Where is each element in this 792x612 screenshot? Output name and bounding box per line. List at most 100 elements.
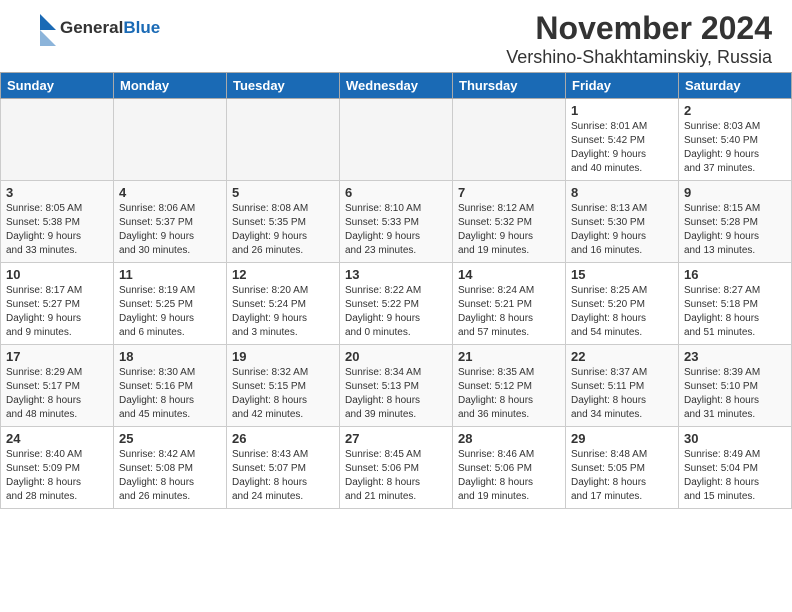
- calendar-day-cell: 4 Sunrise: 8:06 AM Sunset: 5:37 PM Daylig…: [114, 181, 227, 263]
- day-number: 27: [345, 431, 447, 446]
- calendar-table: SundayMondayTuesdayWednesdayThursdayFrid…: [0, 72, 792, 509]
- day-number: 11: [119, 267, 221, 282]
- day-info: Sunrise: 8:06 AM Sunset: 5:37 PM Dayligh…: [119, 202, 221, 258]
- day-info: Sunrise: 8:37 AM Sunset: 5:11 PM Dayligh…: [571, 366, 673, 422]
- month-title: November 2024: [506, 10, 772, 47]
- day-info: Sunrise: 8:20 AM Sunset: 5:24 PM Dayligh…: [232, 284, 334, 340]
- day-number: 28: [458, 431, 560, 446]
- weekday-header-cell: Wednesday: [340, 73, 453, 99]
- day-info: Sunrise: 8:32 AM Sunset: 5:15 PM Dayligh…: [232, 366, 334, 422]
- calendar-day-cell: 15 Sunrise: 8:25 AM Sunset: 5:20 PM Dayli…: [566, 263, 679, 345]
- location-title: Vershino-Shakhtaminskiy, Russia: [506, 47, 772, 68]
- day-number: 19: [232, 349, 334, 364]
- calendar-week-row: 1 Sunrise: 8:01 AM Sunset: 5:42 PM Daylig…: [1, 99, 792, 181]
- day-number: 18: [119, 349, 221, 364]
- calendar-day-cell: 27 Sunrise: 8:45 AM Sunset: 5:06 PM Dayli…: [340, 427, 453, 509]
- calendar-day-cell: 3Sunrise: 8:05 AM Sunset: 5:38 PM Daylig…: [1, 181, 114, 263]
- weekday-header-cell: Tuesday: [227, 73, 340, 99]
- calendar-day-cell: 2 Sunrise: 8:03 AM Sunset: 5:40 PM Daylig…: [679, 99, 792, 181]
- calendar-day-cell: 28 Sunrise: 8:46 AM Sunset: 5:06 PM Dayli…: [453, 427, 566, 509]
- day-number: 4: [119, 185, 221, 200]
- day-info: Sunrise: 8:01 AM Sunset: 5:42 PM Dayligh…: [571, 120, 673, 176]
- calendar-day-cell: 5 Sunrise: 8:08 AM Sunset: 5:35 PM Daylig…: [227, 181, 340, 263]
- weekday-header-cell: Thursday: [453, 73, 566, 99]
- day-info: Sunrise: 8:10 AM Sunset: 5:33 PM Dayligh…: [345, 202, 447, 258]
- calendar-day-cell: 18 Sunrise: 8:30 AM Sunset: 5:16 PM Dayli…: [114, 345, 227, 427]
- calendar-day-cell: 29 Sunrise: 8:48 AM Sunset: 5:05 PM Dayli…: [566, 427, 679, 509]
- day-number: 17: [6, 349, 108, 364]
- day-info: Sunrise: 8:05 AM Sunset: 5:38 PM Dayligh…: [6, 202, 108, 258]
- calendar-day-cell: 17Sunrise: 8:29 AM Sunset: 5:17 PM Dayli…: [1, 345, 114, 427]
- day-number: 16: [684, 267, 786, 282]
- day-number: 13: [345, 267, 447, 282]
- day-number: 12: [232, 267, 334, 282]
- day-number: 29: [571, 431, 673, 446]
- calendar-day-cell: 25 Sunrise: 8:42 AM Sunset: 5:08 PM Dayli…: [114, 427, 227, 509]
- day-number: 26: [232, 431, 334, 446]
- calendar-day-cell: 30Sunrise: 8:49 AM Sunset: 5:04 PM Dayli…: [679, 427, 792, 509]
- day-info: Sunrise: 8:25 AM Sunset: 5:20 PM Dayligh…: [571, 284, 673, 340]
- logo-icon: [20, 10, 56, 46]
- logo: GeneralBlue: [20, 10, 160, 46]
- weekday-header-cell: Saturday: [679, 73, 792, 99]
- day-number: 7: [458, 185, 560, 200]
- calendar-day-cell: 10 Sunrise: 8:17 AM Sunset: 5:27 PM Dayli…: [1, 263, 114, 345]
- day-number: 1: [571, 103, 673, 118]
- calendar-day-cell: [114, 99, 227, 181]
- calendar-day-cell: 7 Sunrise: 8:12 AM Sunset: 5:32 PM Daylig…: [453, 181, 566, 263]
- logo-blue: Blue: [123, 18, 160, 37]
- day-info: Sunrise: 8:15 AM Sunset: 5:28 PM Dayligh…: [684, 202, 786, 258]
- calendar-day-cell: 12 Sunrise: 8:20 AM Sunset: 5:24 PM Dayli…: [227, 263, 340, 345]
- title-section: November 2024 Vershino-Shakhtaminskiy, R…: [506, 10, 772, 68]
- day-info: Sunrise: 8:30 AM Sunset: 5:16 PM Dayligh…: [119, 366, 221, 422]
- weekday-header-cell: Monday: [114, 73, 227, 99]
- day-number: 24: [6, 431, 108, 446]
- day-number: 10: [6, 267, 108, 282]
- weekday-header-cell: Sunday: [1, 73, 114, 99]
- calendar-week-row: 10 Sunrise: 8:17 AM Sunset: 5:27 PM Dayli…: [1, 263, 792, 345]
- day-info: Sunrise: 8:45 AM Sunset: 5:06 PM Dayligh…: [345, 448, 447, 504]
- day-number: 25: [119, 431, 221, 446]
- day-number: 20: [345, 349, 447, 364]
- day-info: Sunrise: 8:17 AM Sunset: 5:27 PM Dayligh…: [6, 284, 108, 340]
- day-number: 5: [232, 185, 334, 200]
- day-info: Sunrise: 8:24 AM Sunset: 5:21 PM Dayligh…: [458, 284, 560, 340]
- day-number: 23: [684, 349, 786, 364]
- day-info: Sunrise: 8:03 AM Sunset: 5:40 PM Dayligh…: [684, 120, 786, 176]
- calendar-day-cell: 1 Sunrise: 8:01 AM Sunset: 5:42 PM Daylig…: [566, 99, 679, 181]
- day-info: Sunrise: 8:48 AM Sunset: 5:05 PM Dayligh…: [571, 448, 673, 504]
- calendar-week-row: 24Sunrise: 8:40 AM Sunset: 5:09 PM Dayli…: [1, 427, 792, 509]
- day-info: Sunrise: 8:43 AM Sunset: 5:07 PM Dayligh…: [232, 448, 334, 504]
- calendar-day-cell: 22Sunrise: 8:37 AM Sunset: 5:11 PM Dayli…: [566, 345, 679, 427]
- day-info: Sunrise: 8:34 AM Sunset: 5:13 PM Dayligh…: [345, 366, 447, 422]
- calendar-week-row: 3Sunrise: 8:05 AM Sunset: 5:38 PM Daylig…: [1, 181, 792, 263]
- calendar-day-cell: 23 Sunrise: 8:39 AM Sunset: 5:10 PM Dayli…: [679, 345, 792, 427]
- day-info: Sunrise: 8:19 AM Sunset: 5:25 PM Dayligh…: [119, 284, 221, 340]
- day-info: Sunrise: 8:39 AM Sunset: 5:10 PM Dayligh…: [684, 366, 786, 422]
- weekday-header-row: SundayMondayTuesdayWednesdayThursdayFrid…: [1, 73, 792, 99]
- calendar-day-cell: 14 Sunrise: 8:24 AM Sunset: 5:21 PM Dayli…: [453, 263, 566, 345]
- day-number: 21: [458, 349, 560, 364]
- calendar-day-cell: [1, 99, 114, 181]
- day-info: Sunrise: 8:13 AM Sunset: 5:30 PM Dayligh…: [571, 202, 673, 258]
- day-number: 14: [458, 267, 560, 282]
- logo-general: General: [60, 18, 123, 37]
- calendar-day-cell: [227, 99, 340, 181]
- day-number: 2: [684, 103, 786, 118]
- day-info: Sunrise: 8:12 AM Sunset: 5:32 PM Dayligh…: [458, 202, 560, 258]
- day-number: 15: [571, 267, 673, 282]
- calendar-day-cell: [453, 99, 566, 181]
- day-info: Sunrise: 8:27 AM Sunset: 5:18 PM Dayligh…: [684, 284, 786, 340]
- calendar-day-cell: 11 Sunrise: 8:19 AM Sunset: 5:25 PM Dayli…: [114, 263, 227, 345]
- calendar-day-cell: 13Sunrise: 8:22 AM Sunset: 5:22 PM Dayli…: [340, 263, 453, 345]
- weekday-header-cell: Friday: [566, 73, 679, 99]
- day-info: Sunrise: 8:46 AM Sunset: 5:06 PM Dayligh…: [458, 448, 560, 504]
- calendar-day-cell: 9Sunrise: 8:15 AM Sunset: 5:28 PM Daylig…: [679, 181, 792, 263]
- calendar-day-cell: 16 Sunrise: 8:27 AM Sunset: 5:18 PM Dayli…: [679, 263, 792, 345]
- calendar-day-cell: 26 Sunrise: 8:43 AM Sunset: 5:07 PM Dayli…: [227, 427, 340, 509]
- day-info: Sunrise: 8:42 AM Sunset: 5:08 PM Dayligh…: [119, 448, 221, 504]
- calendar-day-cell: 20 Sunrise: 8:34 AM Sunset: 5:13 PM Dayli…: [340, 345, 453, 427]
- day-number: 30: [684, 431, 786, 446]
- day-info: Sunrise: 8:08 AM Sunset: 5:35 PM Dayligh…: [232, 202, 334, 258]
- page-header: GeneralBlue November 2024 Vershino-Shakh…: [0, 0, 792, 72]
